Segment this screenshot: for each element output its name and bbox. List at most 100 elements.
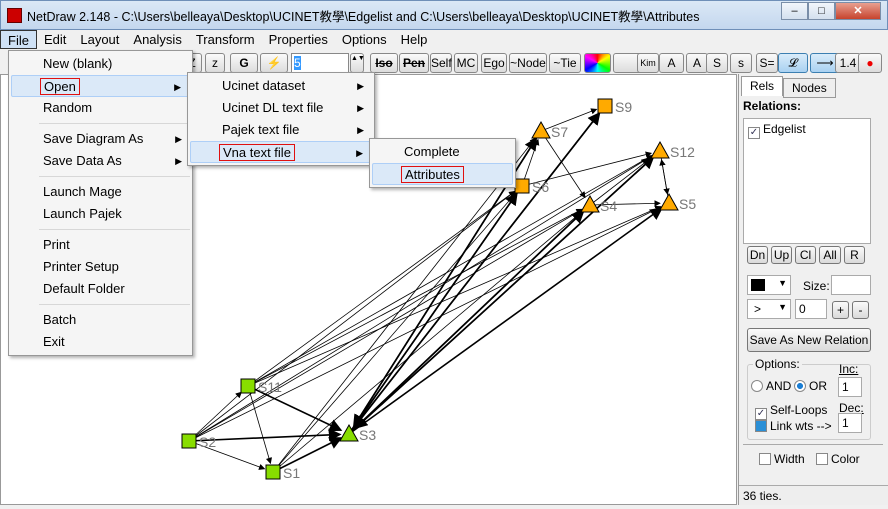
operator-dropdown[interactable]: > ▼ bbox=[747, 299, 791, 319]
decrease-button[interactable]: - bbox=[852, 301, 869, 319]
toolbar-button-4[interactable]: Ego bbox=[481, 53, 507, 73]
menu-item-label: Printer Setup bbox=[43, 259, 119, 274]
file-menu-printer-setup[interactable]: Printer Setup bbox=[11, 256, 190, 278]
menu-file[interactable]: File bbox=[0, 30, 37, 49]
open-menu-item[interactable]: Vna text file ▶ bbox=[190, 141, 372, 163]
minimize-button[interactable]: – bbox=[781, 2, 808, 20]
tab-rels[interactable]: Rels bbox=[741, 76, 784, 96]
node-S7[interactable] bbox=[531, 120, 551, 139]
toolbar-button-7[interactable] bbox=[584, 53, 611, 73]
toolbar-button-10[interactable]: A bbox=[659, 53, 684, 73]
menu-help[interactable]: Help bbox=[394, 30, 435, 49]
node-S2[interactable] bbox=[181, 433, 197, 449]
size-input[interactable] bbox=[831, 275, 871, 295]
file-menu-launch-mage[interactable]: Launch Mage bbox=[11, 181, 190, 203]
toolbar-button-0[interactable]: Iso bbox=[370, 53, 398, 73]
file-menu-random[interactable]: Random bbox=[11, 97, 190, 119]
node-label: S6 bbox=[532, 179, 549, 195]
menu-item-label: Vna text file bbox=[219, 144, 295, 161]
menu-separator bbox=[39, 229, 190, 230]
dec-input[interactable]: 1 bbox=[838, 413, 862, 433]
or-radio[interactable]: OR bbox=[794, 379, 827, 393]
width-checkbox[interactable]: Width bbox=[759, 452, 805, 466]
toolbar-button-3[interactable]: MC bbox=[454, 53, 478, 73]
file-menu-print[interactable]: Print bbox=[11, 234, 190, 256]
order-button-r[interactable]: R bbox=[844, 246, 865, 264]
toolbar-button[interactable]: G bbox=[230, 53, 258, 73]
edge-S6-S3 bbox=[353, 185, 523, 428]
toolbar-button-13[interactable]: s bbox=[730, 53, 752, 73]
toolbar-button[interactable]: z bbox=[205, 53, 225, 73]
node-S6[interactable] bbox=[514, 178, 530, 194]
toolbar-button-5[interactable]: ~Node bbox=[509, 53, 547, 73]
save-as-new-relation-button[interactable]: Save As New Relation bbox=[747, 328, 871, 352]
spin-buttons[interactable]: ▲▼ bbox=[350, 53, 365, 73]
vna-menu-attributes[interactable]: Attributes bbox=[372, 163, 513, 185]
node-S11[interactable] bbox=[240, 378, 256, 394]
toolbar-button[interactable]: ⚡ bbox=[260, 53, 288, 73]
toolbar-button-9[interactable]: Kim Bill bbox=[637, 53, 659, 86]
menu-item-label: Ucinet DL text file bbox=[222, 100, 324, 115]
file-menu-launch-pajek[interactable]: Launch Pajek bbox=[11, 203, 190, 225]
edge-S3-S5 bbox=[348, 207, 663, 435]
file-menu-batch[interactable]: Batch bbox=[11, 309, 190, 331]
menu-transform[interactable]: Transform bbox=[189, 30, 262, 49]
open-menu-item[interactable]: Pajek text file ▶ bbox=[190, 119, 372, 141]
file-menu-exit[interactable]: Exit bbox=[11, 331, 190, 353]
chevron-right-icon: ▶ bbox=[357, 103, 364, 113]
file-menu-save-data-as[interactable]: Save Data As ▶ bbox=[11, 150, 190, 172]
toolbar-button-18[interactable]: ● bbox=[858, 53, 882, 73]
menu-analysis[interactable]: Analysis bbox=[126, 30, 188, 49]
order-button-up[interactable]: Up bbox=[771, 246, 792, 264]
menu-layout[interactable]: Layout bbox=[73, 30, 126, 49]
toolbar-button-6[interactable]: ~Tie bbox=[549, 53, 581, 73]
file-menu-default-folder[interactable]: Default Folder bbox=[11, 278, 190, 300]
node-S5[interactable] bbox=[659, 192, 679, 211]
menu-edit[interactable]: Edit bbox=[37, 30, 73, 49]
spin-input[interactable]: 5 bbox=[291, 53, 349, 73]
inc-label: Inc: bbox=[839, 362, 859, 376]
relation-item[interactable]: ✓ Edgelist bbox=[744, 119, 870, 142]
edge-S1-S6 bbox=[272, 192, 517, 473]
toolbar-button-11[interactable]: A bbox=[686, 53, 708, 73]
increase-button[interactable]: + bbox=[832, 301, 849, 319]
node-S1[interactable] bbox=[265, 464, 281, 480]
color-dropdown[interactable]: ▼ bbox=[747, 275, 791, 295]
close-button[interactable]: ✕ bbox=[835, 2, 881, 20]
open-menu-item[interactable]: Ucinet DL text file ▶ bbox=[190, 97, 372, 119]
self-loops-checkbox[interactable]: ✓ Self-Loops bbox=[755, 403, 827, 420]
menu-item-label: Ucinet dataset bbox=[222, 78, 306, 93]
chevron-right-icon: ▶ bbox=[357, 125, 364, 135]
relation-checkbox[interactable]: ✓ bbox=[748, 127, 760, 139]
toolbar-button-12[interactable]: S bbox=[706, 53, 728, 73]
menu-item-label: Batch bbox=[43, 312, 77, 327]
vna-menu-complete[interactable]: Complete bbox=[372, 141, 513, 163]
open-menu-item[interactable]: Ucinet dataset ▶ bbox=[190, 75, 372, 97]
node-S9[interactable] bbox=[597, 98, 613, 114]
maximize-button[interactable]: □ bbox=[808, 2, 835, 20]
tab-nodes[interactable]: Nodes bbox=[783, 78, 836, 98]
chevron-right-icon: ▶ bbox=[356, 148, 363, 158]
relations-list[interactable]: ✓ Edgelist bbox=[743, 118, 871, 244]
window-title: NetDraw 2.148 - C:\Users\belleaya\Deskto… bbox=[27, 9, 700, 24]
menu-options[interactable]: Options bbox=[335, 30, 394, 49]
order-button-dn[interactable]: Dn bbox=[747, 246, 768, 264]
file-menu-new-blank-[interactable]: New (blank) bbox=[11, 53, 190, 75]
toolbar-button-2[interactable]: Self bbox=[430, 53, 452, 73]
threshold-input[interactable]: 0 bbox=[795, 299, 827, 319]
menu-properties[interactable]: Properties bbox=[262, 30, 335, 49]
order-button-all[interactable]: All bbox=[819, 246, 841, 264]
link-wts-checkbox[interactable]: Link wts --> bbox=[755, 419, 832, 433]
inc-input[interactable]: 1 bbox=[838, 377, 862, 397]
node-label: S9 bbox=[615, 99, 632, 115]
order-button-cl[interactable]: Cl bbox=[795, 246, 816, 264]
color-checkbox[interactable]: Color bbox=[816, 452, 860, 466]
side-panel: Rels Nodes Relations: ✓ Edgelist ▼ Size: … bbox=[738, 74, 888, 505]
toolbar-button-1[interactable]: Pen bbox=[399, 53, 429, 73]
toolbar-button-14[interactable]: S= bbox=[756, 53, 778, 73]
and-radio[interactable]: AND bbox=[751, 379, 791, 393]
node-S12[interactable] bbox=[650, 140, 670, 159]
file-menu-open[interactable]: Open ▶ bbox=[11, 75, 190, 97]
toolbar-button-15[interactable]: 𝓛 bbox=[778, 53, 808, 73]
file-menu-save-diagram-as[interactable]: Save Diagram As ▶ bbox=[11, 128, 190, 150]
